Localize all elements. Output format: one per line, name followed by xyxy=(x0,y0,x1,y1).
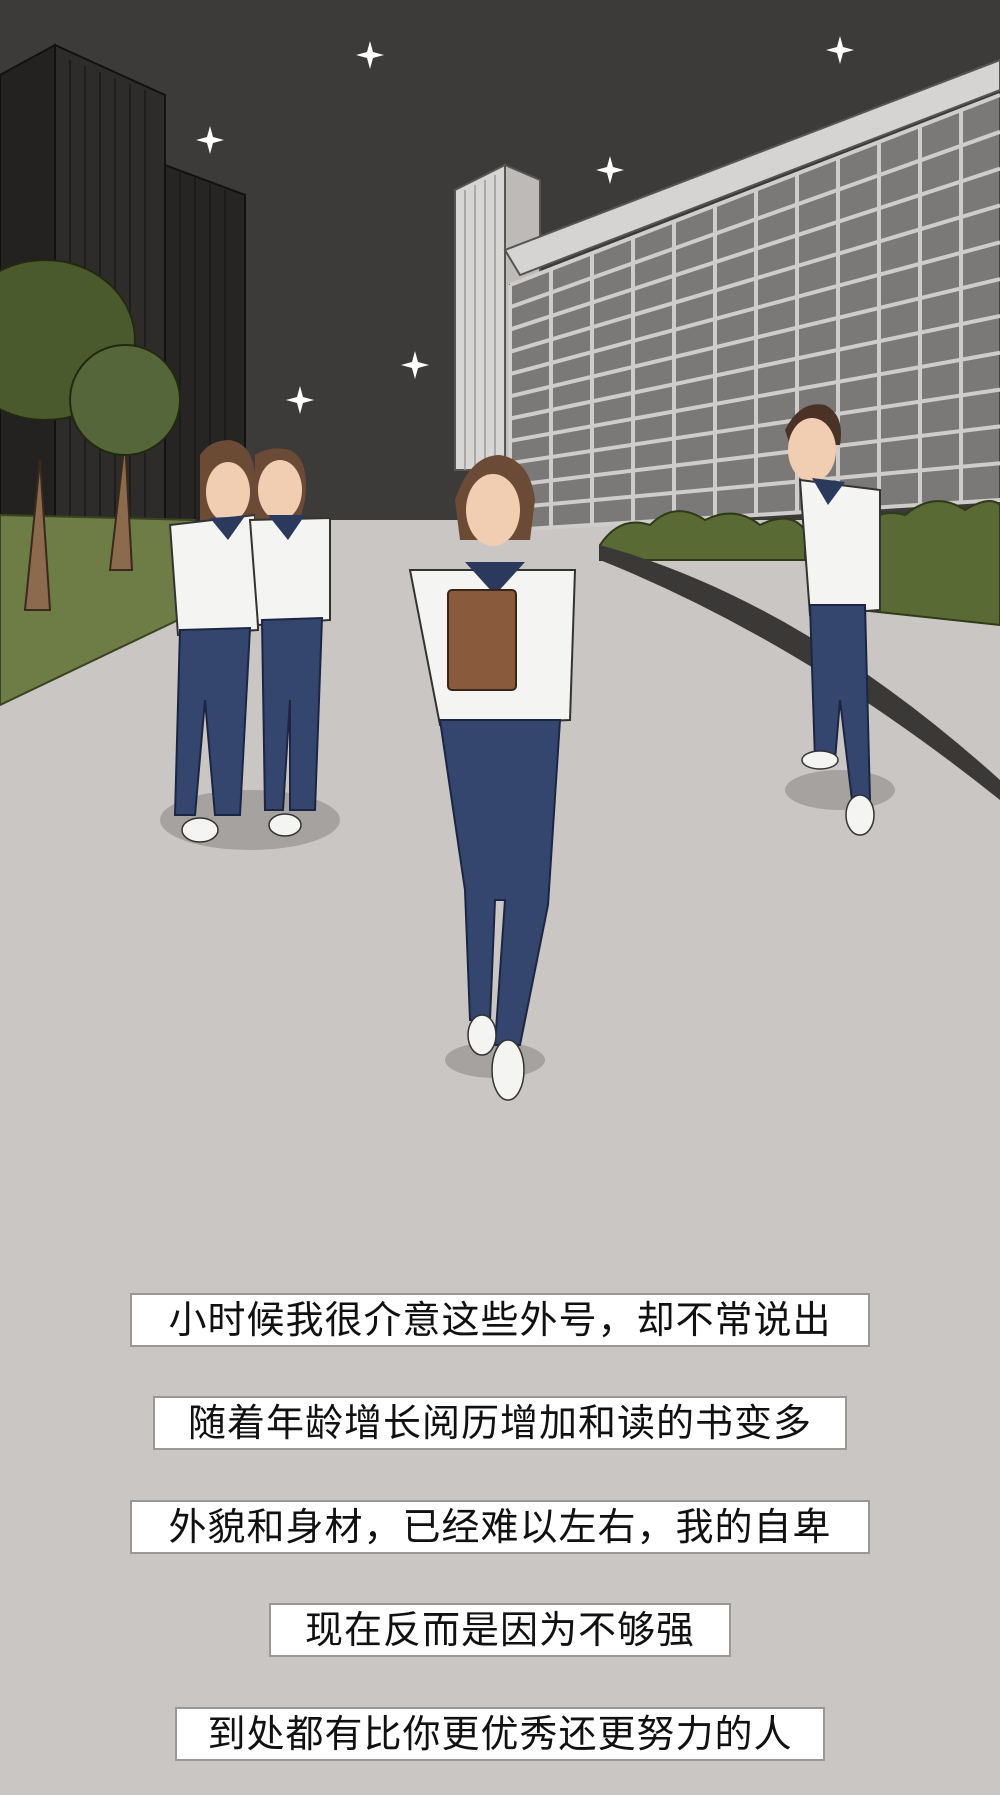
caption-line-1: 小时候我很介意这些外号，却不常说出 xyxy=(130,1293,870,1347)
caption-line-2: 随着年龄增长阅历增加和读的书变多 xyxy=(153,1396,847,1450)
book xyxy=(447,589,517,691)
comic-panel: 小时候我很介意这些外号，却不常说出 随着年龄增长阅历增加和读的书变多 外貌和身材… xyxy=(0,0,1000,1795)
caption-line-5: 到处都有比你更优秀还更努力的人 xyxy=(175,1707,825,1761)
shadow xyxy=(785,770,895,810)
caption-line-4: 现在反而是因为不够强 xyxy=(269,1603,731,1657)
caption-line-3: 外貌和身材，已经难以左右，我的自卑 xyxy=(130,1500,870,1554)
